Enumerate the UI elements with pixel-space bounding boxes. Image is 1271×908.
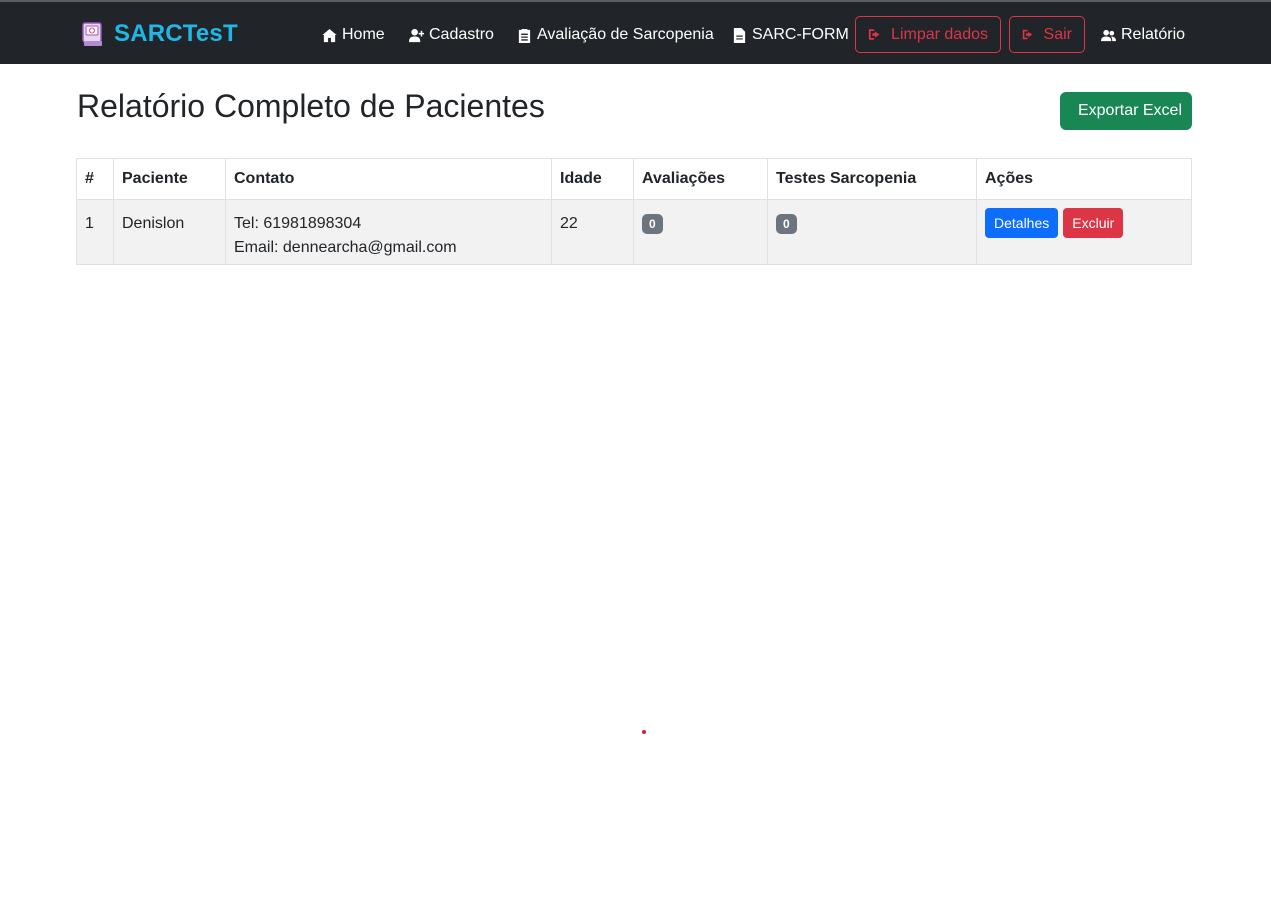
patients-table: # Paciente Contato Idade Avaliações Test…	[76, 158, 1192, 265]
table-header-row: # Paciente Contato Idade Avaliações Test…	[76, 158, 1192, 200]
nav-relatorio-label: Relatório	[1121, 26, 1186, 43]
column-header-number: #	[76, 158, 114, 200]
clear-data-button[interactable]: Limpar dados	[855, 16, 1001, 53]
brand-name: SARCTesT	[114, 20, 238, 47]
nav-sarc-form-label: SARC-FORM	[752, 26, 849, 43]
logout-label: Sair	[1043, 25, 1072, 43]
cell-contato: Tel: 61981898304 Email: dennearcha@gmail…	[225, 199, 552, 265]
details-button[interactable]: Detalhes	[985, 208, 1059, 238]
medical-logo-icon	[82, 22, 102, 46]
contact-email: Email: dennearcha@gmail.com	[234, 239, 457, 256]
sign-out-icon	[868, 29, 880, 40]
home-icon	[322, 28, 337, 42]
nav-avaliacao[interactable]: Avaliação de Sarcopenia	[517, 4, 714, 66]
table-row: 1 Denislon Tel: 61981898304 Email: denne…	[76, 199, 1192, 265]
contact-phone: Tel: 61981898304	[234, 215, 362, 232]
cell-idade: 22	[551, 199, 634, 265]
nav-home-label: Home	[342, 26, 385, 43]
sign-out-icon	[1022, 29, 1033, 40]
column-header-avaliacoes: Avaliações	[633, 158, 768, 200]
page-title: Relatório Completo de Pacientes	[77, 88, 545, 124]
users-icon	[1101, 29, 1116, 41]
logout-button[interactable]: Sair	[1009, 16, 1085, 53]
cell-paciente: Denislon	[113, 199, 226, 265]
file-icon	[733, 27, 746, 43]
nav-relatorio[interactable]: Relatório	[1101, 4, 1185, 66]
cell-avaliacoes: 0	[633, 199, 768, 265]
clipboard-list-icon	[518, 28, 531, 43]
navbar: SARCTesT Home Cadastro Avaliação de Sarc…	[0, 2, 1271, 64]
user-plus-icon	[409, 28, 424, 42]
cell-number: 1	[76, 199, 114, 265]
cell-testes: 0	[767, 199, 977, 265]
clear-data-label: Limpar dados	[891, 25, 988, 43]
nav-sarc-form[interactable]: SARC-FORM	[732, 4, 849, 66]
column-header-contato: Contato	[225, 158, 552, 200]
column-header-paciente: Paciente	[113, 158, 226, 200]
red-dot-marker	[642, 730, 646, 734]
column-header-testes: Testes Sarcopenia	[767, 158, 977, 200]
cell-acoes: Detalhes Excluir	[976, 199, 1192, 265]
nav-avaliacao-label: Avaliação de Sarcopenia	[537, 26, 714, 43]
nav-cadastro[interactable]: Cadastro	[409, 4, 494, 66]
nav-home[interactable]: Home	[322, 4, 385, 66]
column-header-idade: Idade	[551, 158, 634, 200]
delete-button[interactable]: Excluir	[1063, 208, 1124, 238]
brand[interactable]: SARCTesT	[80, 20, 238, 48]
nav-cadastro-label: Cadastro	[429, 26, 494, 43]
column-header-acoes: Ações	[976, 158, 1192, 200]
avaliacoes-count-badge: 0	[642, 214, 663, 234]
testes-count-badge: 0	[776, 214, 797, 234]
export-excel-button[interactable]: Exportar Excel	[1060, 92, 1192, 130]
